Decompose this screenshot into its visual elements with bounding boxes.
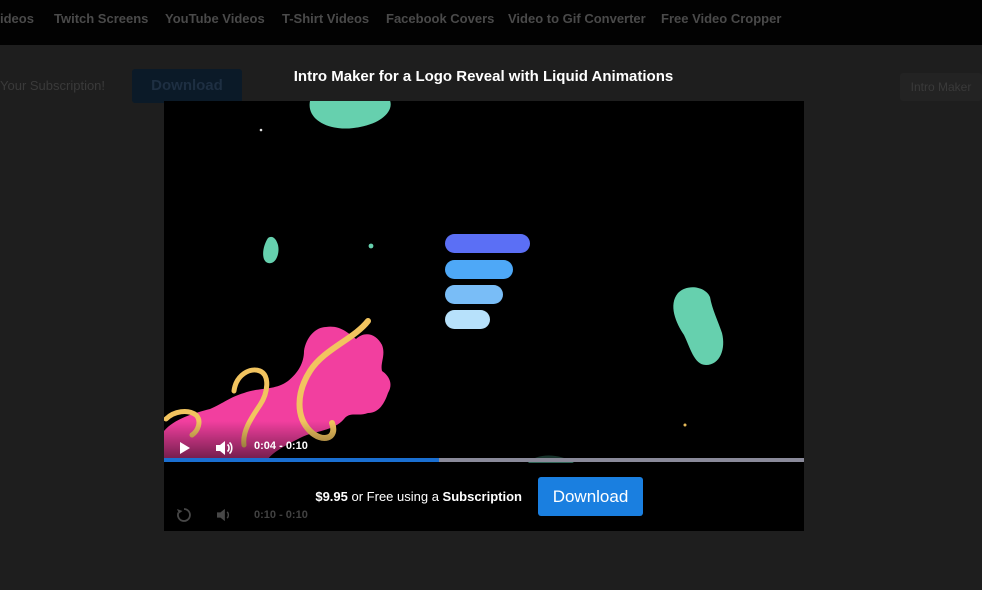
video-frame-artwork: [164, 101, 804, 463]
teal-blob-top: [309, 101, 391, 129]
top-nav: ideos Twitch Screens YouTube Videos T-Sh…: [0, 0, 982, 45]
play-icon[interactable]: [178, 441, 192, 455]
logo-bar-1: [445, 234, 530, 253]
background-intro-maker-tag: Intro Maker: [900, 73, 982, 101]
logo-bar-2: [445, 260, 513, 279]
price-middle-text: or Free using a: [347, 489, 443, 504]
teal-blob-right: [673, 287, 724, 365]
volume-icon[interactable]: [215, 440, 233, 456]
nav-item-tshirt-videos[interactable]: T-Shirt Videos: [282, 11, 369, 26]
nav-item-video-cropper[interactable]: Free Video Cropper: [661, 11, 781, 26]
progress-bar[interactable]: [164, 458, 804, 462]
nav-item-twitch-screens[interactable]: Twitch Screens: [54, 11, 148, 26]
video-player[interactable]: 0:04 - 0:10 0:10 - 0:10 $9.95 or Free us…: [164, 101, 804, 531]
modal-title: Intro Maker for a Logo Reveal with Liqui…: [293, 68, 674, 85]
time-separator: -: [276, 440, 286, 452]
dot-2: [368, 243, 374, 249]
background-subscription-text: Your Subscription!: [0, 78, 106, 93]
nav-item-gif-converter[interactable]: Video to Gif Converter: [508, 11, 646, 26]
current-time: 0:04: [254, 440, 277, 452]
logo-bar-4: [445, 310, 490, 329]
progress-fill: [164, 458, 440, 462]
price-line: $9.95 or Free using a Subscription: [315, 489, 522, 504]
time-display: 0:04 - 0:10: [254, 440, 308, 452]
nav-item-facebook-covers[interactable]: Facebook Covers: [386, 11, 494, 26]
download-button[interactable]: Download: [538, 477, 643, 516]
nav-item-youtube-videos[interactable]: YouTube Videos: [165, 11, 265, 26]
nav-item-videos[interactable]: ideos: [0, 11, 34, 26]
teal-blob-small: [263, 236, 279, 264]
logo-bar-3: [445, 285, 503, 304]
dot-1: [259, 128, 263, 132]
price: $9.95: [315, 489, 348, 504]
purchase-bar: $9.95 or Free using a Subscription Downl…: [164, 476, 804, 518]
subscription-link[interactable]: Subscription: [443, 489, 522, 504]
duration: 0:10: [285, 440, 308, 452]
